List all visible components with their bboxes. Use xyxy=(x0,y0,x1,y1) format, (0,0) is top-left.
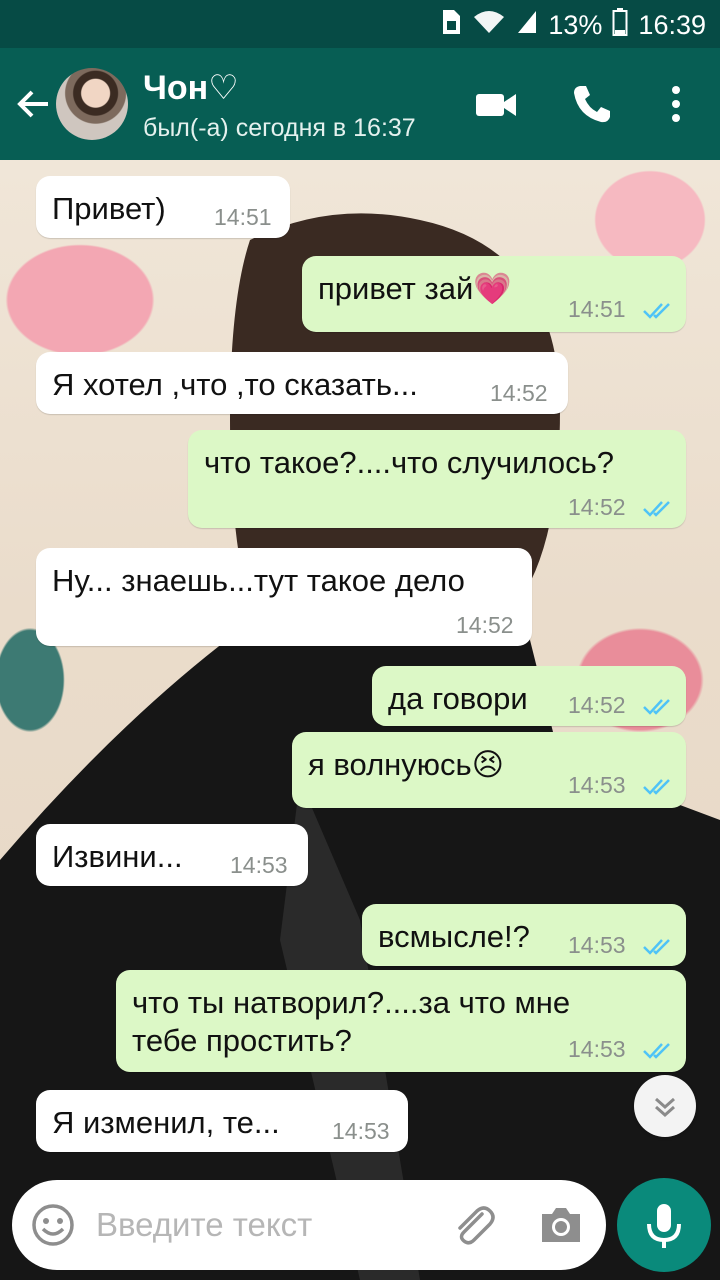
message-time: 14:51 xyxy=(568,296,626,322)
message-incoming[interactable]: Я хотел ,что ,то сказать... 14:52 xyxy=(36,352,568,414)
message-incoming[interactable]: Привет) 14:51 xyxy=(36,176,290,238)
read-ticks-icon xyxy=(643,779,670,795)
message-time: 14:51 xyxy=(214,204,272,230)
scroll-to-bottom-button[interactable] xyxy=(634,1075,696,1137)
message-text: Я изменил, те... xyxy=(52,1105,280,1140)
message-time: 14:52 xyxy=(568,494,626,520)
status-icons: 13% 16:39 xyxy=(440,8,706,43)
battery-percent: 13% xyxy=(548,10,603,40)
contact-name[interactable]: Чон♡ xyxy=(143,68,239,108)
battery-icon xyxy=(612,8,628,43)
signal-icon xyxy=(516,9,538,42)
read-ticks-icon xyxy=(643,939,670,955)
status-bar: 13% 16:39 xyxy=(0,0,720,48)
message-text: что ты натворил?....за что мне xyxy=(132,985,571,1020)
message-incoming[interactable]: Извини... 14:53 xyxy=(36,824,308,886)
message-text: привет зай💗 xyxy=(318,271,512,306)
read-ticks-icon xyxy=(643,1043,670,1059)
message-outgoing[interactable]: всмысле!? 14:53 xyxy=(362,904,686,966)
message-time: 14:53 xyxy=(568,1036,626,1062)
chat-header: Чон♡ был(-а) сегодня в 16:37 xyxy=(0,48,720,160)
last-seen-status: был(-а) сегодня в 16:37 xyxy=(143,114,416,142)
double-chevron-down-icon xyxy=(655,1097,675,1118)
message-outgoing[interactable]: я волнуюсь😣 14:53 xyxy=(292,732,686,808)
microphone-icon xyxy=(647,1204,681,1248)
back-arrow-icon[interactable] xyxy=(14,84,54,124)
read-ticks-icon xyxy=(643,501,670,517)
message-outgoing[interactable]: да говори 14:52 xyxy=(372,666,686,726)
message-text: что такое?....что случилось? xyxy=(204,445,615,480)
message-outgoing[interactable]: что такое?....что случилось? 14:52 xyxy=(188,430,686,528)
emoji-icon[interactable] xyxy=(30,1202,76,1248)
paperclip-icon[interactable] xyxy=(448,1200,498,1250)
message-time: 14:53 xyxy=(568,772,626,798)
read-ticks-icon xyxy=(643,699,670,715)
chat-wallpaper: Привет) 14:51 привет зай💗 14:51 Я хотел … xyxy=(0,160,720,1280)
message-incoming[interactable]: Я изменил, те... 14:53 xyxy=(36,1090,408,1152)
message-time: 14:52 xyxy=(490,380,548,406)
message-time: 14:53 xyxy=(568,932,626,958)
wifi-icon xyxy=(472,9,506,42)
message-time: 14:52 xyxy=(456,612,514,638)
message-text-line-2: тебе простить? xyxy=(132,1023,352,1058)
video-call-icon[interactable] xyxy=(474,82,518,126)
message-time: 14:53 xyxy=(230,852,288,878)
more-options-icon[interactable] xyxy=(654,82,698,126)
message-incoming[interactable]: Ну... знаешь...тут такое дело 14:52 xyxy=(36,548,532,646)
message-text: Привет) xyxy=(52,191,166,226)
message-outgoing[interactable]: привет зай💗 14:51 xyxy=(302,256,686,332)
clock: 16:39 xyxy=(638,10,706,40)
read-ticks-icon xyxy=(643,303,670,319)
phone-call-icon[interactable] xyxy=(570,82,614,126)
message-text: всмысле!? xyxy=(378,919,530,954)
avatar[interactable] xyxy=(56,68,128,140)
message-input[interactable] xyxy=(96,1200,426,1250)
message-text: Извини... xyxy=(52,839,183,874)
voice-message-button[interactable] xyxy=(617,1178,711,1272)
sim-card-icon xyxy=(440,9,462,42)
message-text: я волнуюсь😣 xyxy=(308,747,505,782)
message-time: 14:52 xyxy=(568,692,626,718)
message-text: Я хотел ,что ,то сказать... xyxy=(52,367,418,402)
message-text: Ну... знаешь...тут такое дело xyxy=(52,563,465,598)
message-time: 14:53 xyxy=(332,1118,390,1144)
message-composer xyxy=(12,1180,606,1270)
message-text: да говори xyxy=(388,681,528,716)
message-outgoing[interactable]: что ты натворил?....за что мне тебе прос… xyxy=(116,970,686,1072)
camera-icon[interactable] xyxy=(538,1202,584,1248)
